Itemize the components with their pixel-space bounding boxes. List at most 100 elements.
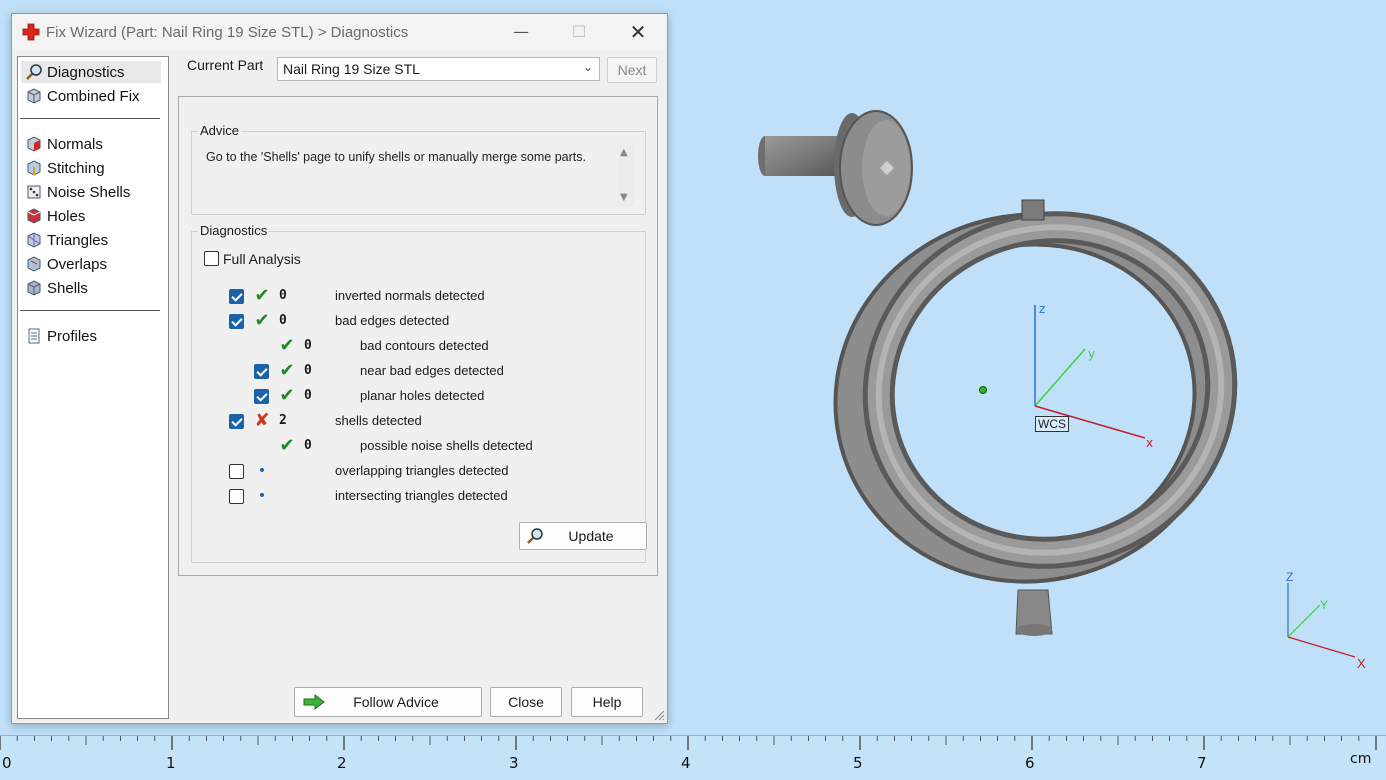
minimize-button[interactable]: — bbox=[506, 20, 536, 44]
sidebar-item-profiles[interactable]: Profiles bbox=[21, 325, 161, 347]
sidebar-item-shells[interactable]: Shells bbox=[21, 277, 161, 299]
ruler-unit: cm bbox=[1350, 751, 1372, 767]
cube-overlap-icon bbox=[27, 256, 41, 272]
cube-red-face-icon bbox=[27, 136, 41, 152]
ruler-label-3: 3 bbox=[509, 754, 519, 772]
ruler-ticks bbox=[0, 736, 1377, 750]
sidebar-item-label: Diagnostics bbox=[47, 63, 125, 81]
sidebar-item-noise-shells[interactable]: Noise Shells bbox=[21, 181, 161, 203]
diagnostic-label: near bad edges detected bbox=[360, 363, 504, 378]
wcs-axis-x-label: x bbox=[1146, 436, 1154, 450]
window-title: Fix Wizard (Part: Nail Ring 19 Size STL)… bbox=[46, 24, 409, 41]
diagnostic-checkbox[interactable] bbox=[229, 314, 244, 329]
advice-scrollbar[interactable]: ▲ ▼ bbox=[617, 144, 635, 206]
diagnostics-group: Diagnostics Full Analysis ✔ 0 inverted n… bbox=[191, 223, 647, 563]
maximize-button[interactable]: ☐ bbox=[564, 20, 594, 44]
current-part-label: Current Part bbox=[187, 57, 264, 73]
diagnostic-checkbox[interactable] bbox=[254, 364, 269, 379]
sidebar-item-combined-fix[interactable]: Combined Fix bbox=[21, 85, 161, 107]
ruler: 0 1 2 3 4 5 6 7 cm bbox=[0, 735, 1386, 780]
diagnostic-row-noise-shells: ✔ 0 possible noise shells detected bbox=[192, 437, 642, 457]
current-part-select[interactable]: Nail Ring 19 Size STL ⌄ bbox=[277, 57, 600, 81]
chevron-down-icon: ⌄ bbox=[582, 60, 593, 74]
current-part-value: Nail Ring 19 Size STL bbox=[283, 61, 420, 77]
diagnostic-row-overlapping-triangles: • overlapping triangles detected bbox=[192, 462, 642, 482]
magnifier-icon bbox=[26, 64, 42, 80]
check-mark-icon: ✔ bbox=[279, 360, 295, 381]
sidebar-item-label: Triangles bbox=[47, 231, 109, 249]
diagnostic-count: 2 bbox=[279, 413, 287, 428]
diagnostic-row-planar-holes: ✔ 0 planar holes detected bbox=[192, 387, 642, 407]
diagnostic-count: 0 bbox=[279, 313, 287, 328]
sidebar-item-holes[interactable]: Holes bbox=[21, 205, 161, 227]
diagnostic-row-intersecting-triangles: • intersecting triangles detected bbox=[192, 487, 642, 507]
diagnostic-checkbox[interactable] bbox=[229, 464, 244, 479]
corner-axis-y-label: Y bbox=[1320, 598, 1329, 612]
cube-stitch-icon bbox=[27, 160, 41, 176]
scroll-down-arrow-icon[interactable]: ▼ bbox=[620, 192, 628, 203]
diagnostic-label: bad edges detected bbox=[335, 313, 450, 328]
diagnostic-label: intersecting triangles detected bbox=[335, 488, 508, 503]
green-arrow-right-icon bbox=[303, 694, 325, 710]
diagnostic-label: planar holes detected bbox=[360, 388, 485, 403]
diagnostic-label: bad contours detected bbox=[360, 338, 489, 353]
check-mark-icon: ✔ bbox=[279, 435, 295, 456]
sidebar-item-label: Combined Fix bbox=[47, 87, 140, 105]
title-bar[interactable]: Fix Wizard (Part: Nail Ring 19 Size STL)… bbox=[12, 14, 667, 50]
ruler-label-2: 2 bbox=[337, 754, 347, 772]
diagnostic-label: inverted normals detected bbox=[335, 288, 485, 303]
full-analysis-checkbox[interactable] bbox=[204, 251, 219, 266]
sidebar-item-triangles[interactable]: Triangles bbox=[21, 229, 161, 251]
help-button[interactable]: Help bbox=[571, 687, 643, 717]
window-close-button[interactable]: ✕ bbox=[623, 20, 653, 44]
diagnostic-checkbox[interactable] bbox=[229, 289, 244, 304]
diagnostic-row-bad-edges: ✔ 0 bad edges detected bbox=[192, 312, 642, 332]
diagnostic-count: 0 bbox=[304, 388, 312, 403]
next-button[interactable]: Next bbox=[607, 57, 657, 83]
advice-group: Advice Go to the 'Shells' page to unify … bbox=[191, 123, 646, 215]
diagnostic-count: 0 bbox=[304, 363, 312, 378]
magnifier-icon bbox=[527, 528, 543, 544]
diagnostic-checkbox[interactable] bbox=[229, 414, 244, 429]
diagnostic-row-shells: ✘ 2 shells detected bbox=[192, 412, 642, 432]
advice-text: Go to the 'Shells' page to unify shells … bbox=[196, 144, 612, 208]
ruler-label-5: 5 bbox=[853, 754, 863, 772]
sidebar-item-diagnostics[interactable]: Diagnostics bbox=[21, 61, 161, 83]
wizard-sidebar: Diagnostics Combined Fix Normals Stitchi… bbox=[17, 56, 169, 719]
sidebar-item-label: Holes bbox=[47, 207, 86, 225]
corner-axis-z-label: Z bbox=[1286, 570, 1294, 584]
ruler-label-1: 1 bbox=[166, 754, 176, 772]
sidebar-item-stitching[interactable]: Stitching bbox=[21, 157, 161, 179]
diagnostic-row-bad-contours: ✔ 0 bad contours detected bbox=[192, 337, 642, 357]
sidebar-divider bbox=[20, 310, 160, 311]
check-mark-icon: ✔ bbox=[254, 285, 270, 306]
sidebar-item-normals[interactable]: Normals bbox=[21, 133, 161, 155]
ruler-label-4: 4 bbox=[681, 754, 691, 772]
cube-red-icon bbox=[27, 208, 41, 224]
diagnostic-count: 0 bbox=[304, 438, 312, 453]
diagnostic-label: shells detected bbox=[335, 413, 422, 428]
cube-shell-icon bbox=[27, 280, 41, 296]
update-button-label: Update bbox=[568, 528, 614, 544]
wcs-label: WCS bbox=[1035, 416, 1069, 432]
diagnostic-count: 0 bbox=[279, 288, 287, 303]
diagnostic-checkbox[interactable] bbox=[229, 489, 244, 504]
diagnostic-checkbox[interactable] bbox=[254, 389, 269, 404]
close-button[interactable]: Close bbox=[490, 687, 562, 717]
sidebar-divider bbox=[20, 118, 160, 119]
wcs-axis-y-label: y bbox=[1088, 347, 1096, 361]
dice-icon bbox=[27, 185, 41, 199]
sidebar-item-overlaps[interactable]: Overlaps bbox=[21, 253, 161, 275]
corner-axis-triad bbox=[1287, 583, 1356, 658]
sidebar-item-label: Shells bbox=[47, 279, 88, 297]
diagnostic-label: possible noise shells detected bbox=[360, 438, 533, 453]
corner-axis-x-label: X bbox=[1357, 656, 1366, 671]
follow-advice-button[interactable]: Follow Advice bbox=[294, 687, 482, 717]
pending-dot-icon: • bbox=[257, 463, 267, 479]
diagnostic-row-near-bad-edges: ✔ 0 near bad edges detected bbox=[192, 362, 642, 382]
check-mark-icon: ✔ bbox=[254, 310, 270, 331]
resize-grip-icon[interactable] bbox=[653, 709, 665, 721]
update-button[interactable]: Update bbox=[519, 522, 647, 550]
check-mark-icon: ✔ bbox=[279, 385, 295, 406]
scroll-up-arrow-icon[interactable]: ▲ bbox=[620, 147, 628, 158]
